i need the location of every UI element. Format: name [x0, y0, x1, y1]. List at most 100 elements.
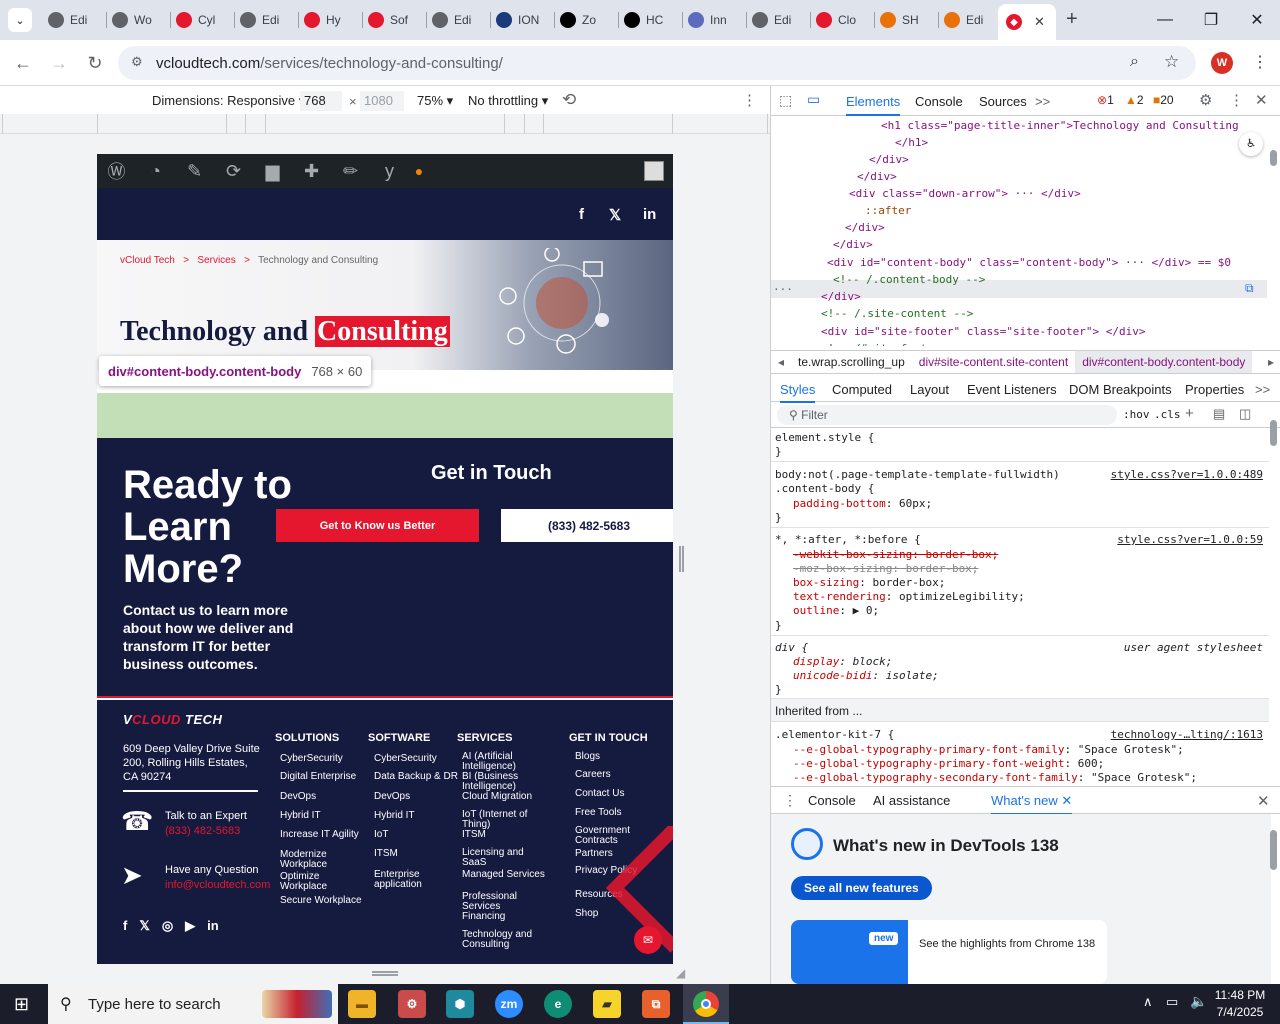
viewport-resize-handle-bottom[interactable]	[372, 971, 398, 976]
browser-tab[interactable]: Cyl	[176, 6, 230, 34]
browser-tab[interactable]: ION	[496, 6, 550, 34]
footer-link[interactable]: ITSM	[462, 830, 550, 840]
ruler-seg[interactable]	[767, 114, 768, 134]
issues-count[interactable]: ■20	[1153, 93, 1174, 107]
browser-tab[interactable]: HC	[624, 6, 678, 34]
footer-link[interactable]: Hybrid IT	[374, 811, 462, 821]
phone-button[interactable]: (833) 482-5683	[501, 509, 673, 542]
rule4-decl-3[interactable]: --e-global-typography-secondary-font-fam…	[793, 771, 1197, 784]
footer-link[interactable]: Free Tools	[575, 808, 663, 818]
new-content-icon[interactable]: ✚	[292, 154, 331, 188]
cls-toggle[interactable]: .cls	[1154, 408, 1181, 421]
address-bar[interactable]: ⚙ vcloudtech.com/services/technology-and…	[118, 46, 1196, 80]
footer-link[interactable]: Cloud Migration	[462, 792, 550, 802]
breadcrumb-services[interactable]: Services	[197, 255, 235, 266]
footer-link[interactable]: Hybrid IT	[280, 811, 368, 821]
footer-link[interactable]: CyberSecurity	[280, 754, 368, 764]
ruler-seg[interactable]	[524, 114, 525, 134]
device-toggle-icon[interactable]: ▭	[807, 91, 820, 108]
browser-tab[interactable]: Edi	[752, 6, 806, 34]
subtab-properties[interactable]: Properties	[1185, 382, 1244, 397]
customize-brush-icon[interactable]: ✎	[175, 154, 214, 188]
subtab-event-listeners[interactable]: Event Listeners	[967, 382, 1057, 397]
see-all-features-button[interactable]: See all new features	[791, 876, 932, 900]
dom-node-line[interactable]: ::after	[865, 202, 911, 219]
dom-node-line[interactable]: </div>	[869, 151, 909, 168]
ruler-seg[interactable]	[543, 114, 544, 134]
rotate-icon[interactable]: ⟲	[562, 90, 576, 110]
scroll-into-view-icon[interactable]: ⧉	[1245, 280, 1254, 297]
crumb-right-arrow-icon[interactable]: ▸	[1261, 355, 1280, 369]
breadcrumb-home[interactable]: vCloud Tech	[120, 255, 175, 266]
filter-input[interactable]: ⚲ Filter	[777, 405, 1117, 425]
footer-link[interactable]: AI (Artificial Intelligence)	[462, 752, 550, 772]
browser-tab[interactable]: Edi	[944, 6, 998, 34]
dom-node-line[interactable]: </div>	[821, 288, 861, 305]
close-window-button[interactable]: ✕	[1234, 0, 1280, 40]
footer-link[interactable]: IoT	[374, 830, 462, 840]
tab-elements[interactable]: Elements	[846, 94, 901, 116]
footer-link[interactable]: Financing	[462, 912, 550, 922]
chat-widget-icon[interactable]: ✉	[634, 926, 662, 954]
footer-link[interactable]: Professional Services	[462, 892, 550, 912]
tray-chevron-up-icon[interactable]: ∧	[1143, 994, 1153, 1010]
drawer-menu-icon[interactable]: ⋮	[783, 792, 797, 809]
taskbar-clock[interactable]: 11:48 PM 7/4/2025	[1208, 987, 1272, 1021]
tab-sources[interactable]: Sources	[979, 94, 1027, 109]
browser-tab[interactable]: Sof	[368, 6, 422, 34]
browser-tab[interactable]: Zo	[560, 6, 614, 34]
network-icon[interactable]: ▭	[1166, 994, 1178, 1010]
active-tab-close-icon[interactable]: ✕	[1034, 14, 1045, 30]
chrome-taskbar-active[interactable]	[683, 984, 729, 1024]
devtools-settings-icon[interactable]: ⚙	[1199, 91, 1212, 109]
dom-node-line[interactable]: </div>	[857, 168, 897, 185]
linkedin-icon[interactable]: in	[643, 206, 656, 223]
rule4-decl-2[interactable]: --e-global-typography-primary-font-weigh…	[793, 757, 1104, 772]
new-rule-icon[interactable]: +	[1185, 405, 1194, 422]
rule2-decl-box-sizing[interactable]: box-sizing: border-box;	[793, 576, 945, 591]
admin-avatar[interactable]	[644, 161, 664, 181]
get-to-know-button[interactable]: Get to Know us Better	[276, 509, 479, 542]
taskbar-app-icon[interactable]: ⧉	[642, 990, 670, 1018]
browser-tab[interactable]: Edi	[240, 6, 294, 34]
crumb-item[interactable]: te.wrap.scrolling_up	[791, 355, 912, 369]
ruler-seg[interactable]	[672, 114, 673, 134]
forward-button[interactable]: →	[44, 48, 74, 78]
instagram-icon[interactable]: ◎	[162, 918, 173, 934]
rule3-decl-display[interactable]: display: block;	[793, 655, 892, 670]
taskbar-app-icon[interactable]: ⚙	[398, 990, 426, 1018]
dom-node-line[interactable]: <!-- /#site-footer -->	[821, 340, 967, 346]
footer-link[interactable]: Increase IT Agility	[280, 830, 368, 840]
ruler-seg[interactable]	[504, 114, 505, 134]
comments-icon[interactable]: ▆	[253, 154, 292, 188]
height-input[interactable]: 1080	[360, 91, 404, 111]
footer-link[interactable]: Modernize Workplace	[280, 850, 368, 870]
dom-node-line[interactable]: <h1 class="page-title-inner">Technology …	[881, 117, 1239, 134]
dom-node-line[interactable]: <div id="content-body" class="content-bo…	[827, 254, 1231, 271]
dom-node-line[interactable]: </div>	[845, 219, 885, 236]
drawer-tab-whats-new[interactable]: What's new ✕	[991, 793, 1073, 815]
dom-node-line[interactable]: </div>	[833, 236, 873, 253]
browser-tab[interactable]: SH	[880, 6, 934, 34]
zoom-icon[interactable]: ⌕	[1130, 53, 1139, 71]
browser-tab[interactable]: Hy	[304, 6, 358, 34]
taskbar-app-icon[interactable]: ⬢	[446, 990, 474, 1018]
zoom-select[interactable]: 75% ▾	[417, 93, 453, 109]
rule2-source-link[interactable]: style.css?ver=1.0.0:59	[1117, 533, 1263, 548]
crumb-item[interactable]: div#site-content.site-content	[912, 355, 1075, 369]
ruler-seg[interactable]	[226, 114, 227, 134]
x-twitter-icon[interactable]: 𝕏	[139, 918, 149, 934]
footer-link[interactable]: Optimize Workplace	[280, 872, 368, 892]
dom-more-dots-icon[interactable]: ···	[773, 281, 793, 298]
width-input[interactable]: 768	[300, 91, 342, 111]
tab-more[interactable]: >>	[1035, 94, 1050, 109]
accessibility-icon[interactable]: ♿	[1239, 132, 1263, 156]
inspect-element-icon[interactable]: ⬚	[779, 92, 792, 109]
footer-link[interactable]: Blogs	[575, 752, 663, 762]
rule1-source-link[interactable]: style.css?ver=1.0.0:489	[1111, 468, 1263, 483]
paint-icon[interactable]: ▤	[1213, 406, 1225, 422]
sidebar-toggle-icon[interactable]: ◫	[1239, 406, 1251, 422]
edge-browser-icon[interactable]: e	[544, 990, 572, 1018]
crumb-item-selected[interactable]: div#content-body.content-body	[1075, 351, 1253, 373]
volume-icon[interactable]: 🔈	[1190, 993, 1207, 1010]
